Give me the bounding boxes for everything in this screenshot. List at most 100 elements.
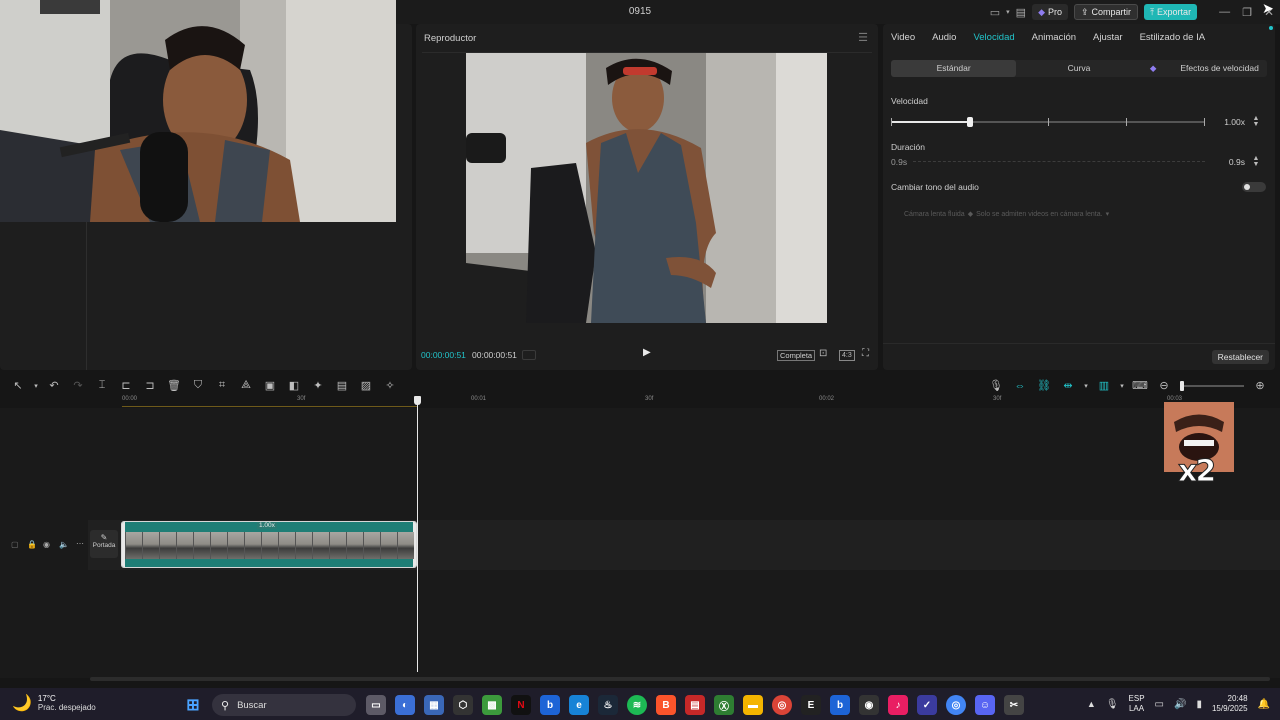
- tiktok-icon[interactable]: ♪: [888, 695, 908, 715]
- mode-standard[interactable]: Estándar: [891, 60, 1017, 77]
- zoom-slider[interactable]: [1180, 380, 1244, 391]
- keyboard-icon[interactable]: ▤: [1016, 6, 1026, 19]
- language-indicator[interactable]: ESP LAA: [1129, 694, 1145, 714]
- fit-icon[interactable]: ⊡: [819, 348, 827, 359]
- microphone-icon[interactable]: 🎙: [1106, 699, 1119, 710]
- minimize-icon[interactable]: —: [1219, 6, 1230, 18]
- keyframe-icon[interactable]: ⟁: [234, 379, 258, 392]
- app-icon[interactable]: ✓: [917, 695, 937, 715]
- chrome-icon[interactable]: ◎: [772, 695, 792, 715]
- mode-curve[interactable]: Curva: [1016, 60, 1141, 77]
- bing-icon[interactable]: b: [540, 695, 560, 715]
- quality-button[interactable]: Completa: [777, 349, 816, 361]
- caption-icon[interactable]: ▤: [330, 379, 354, 392]
- magic-icon[interactable]: ✦: [306, 379, 330, 392]
- fullscreen-icon[interactable]: ⛶: [862, 348, 869, 359]
- split-right-icon[interactable]: ⊐: [138, 379, 162, 392]
- microphone-icon[interactable]: 🎙: [984, 379, 1008, 392]
- tab-video[interactable]: Video: [891, 32, 915, 43]
- epic-games-icon[interactable]: E: [801, 695, 821, 715]
- track-checkbox-icon[interactable]: ▢: [11, 540, 19, 549]
- capcut-icon[interactable]: ✂: [1004, 695, 1024, 715]
- mode-effects[interactable]: ◆ Efectos de velocidad: [1142, 60, 1267, 77]
- zoom-slider-handle[interactable]: [1180, 380, 1184, 391]
- obs-icon[interactable]: ◉: [859, 695, 879, 715]
- chevron-up-icon[interactable]: ▲: [1087, 699, 1096, 709]
- windows-start-icon[interactable]: ⊞: [183, 695, 203, 715]
- store-icon[interactable]: ▦: [424, 695, 444, 715]
- chevron-down-icon[interactable]: ▾: [1006, 8, 1010, 16]
- copilot-icon[interactable]: ◐: [395, 695, 415, 715]
- crop-icon[interactable]: ⌗: [210, 379, 234, 392]
- link-icon[interactable]: ⛓: [1032, 379, 1056, 392]
- reset-button[interactable]: Restablecer: [1211, 350, 1269, 364]
- steam-icon[interactable]: ♨: [598, 695, 618, 715]
- split-icon[interactable]: ⌶: [90, 379, 114, 392]
- speed-slider[interactable]: [891, 117, 1205, 127]
- pitch-toggle[interactable]: [1242, 182, 1266, 192]
- tab-adjust[interactable]: Ajustar: [1093, 32, 1123, 43]
- search-box[interactable]: ⚲ Buscar: [212, 694, 356, 716]
- network-icon[interactable]: ▭: [1155, 699, 1164, 710]
- select-icon[interactable]: ↖: [6, 379, 30, 392]
- pro-button[interactable]: ◆ Pro: [1032, 4, 1068, 20]
- play-icon[interactable]: ▶: [643, 347, 651, 358]
- discord-icon[interactable]: ☺: [975, 695, 995, 715]
- notification-icon[interactable]: 🔔: [1258, 699, 1270, 710]
- mirror-icon[interactable]: ◧: [282, 379, 306, 392]
- chevron-down-icon[interactable]: ▾: [30, 382, 42, 390]
- minecraft-icon[interactable]: ▩: [482, 695, 502, 715]
- menu-icon[interactable]: ☰: [858, 31, 868, 44]
- ai-effects-icon[interactable]: ✧: [378, 379, 402, 392]
- zoom-in-icon[interactable]: ⊕: [1248, 379, 1272, 392]
- cover-button[interactable]: ✎ Portada: [90, 530, 118, 558]
- preview-axis-icon[interactable]: ⇹: [1056, 379, 1080, 392]
- playhead[interactable]: [414, 396, 421, 672]
- edge-icon[interactable]: e: [569, 695, 589, 715]
- main-track-icon[interactable]: ▥: [1092, 379, 1116, 392]
- video-preview[interactable]: [466, 53, 827, 323]
- chrome-icon[interactable]: ◎: [946, 695, 966, 715]
- export-button[interactable]: ⤒ Exportar: [1144, 4, 1198, 20]
- chevron-down-icon[interactable]: ▾: [1080, 382, 1092, 390]
- playhead-handle[interactable]: [414, 396, 421, 405]
- tab-animation[interactable]: Animación: [1032, 32, 1076, 43]
- redo-icon[interactable]: ↷: [66, 379, 90, 392]
- weather-widget[interactable]: 🌙 17°C Prac. despejado: [12, 693, 96, 713]
- volume-icon[interactable]: 🔊: [1174, 699, 1186, 710]
- zoom-out-icon[interactable]: ⊖: [1152, 379, 1176, 392]
- tab-ai-style[interactable]: Estilizado de IA: [1140, 32, 1205, 43]
- speed-input[interactable]: 1.00x ▲ ▼: [1221, 115, 1267, 128]
- app-icon[interactable]: ▤: [685, 695, 705, 715]
- share-button[interactable]: ⇪ Compartir: [1074, 4, 1139, 20]
- netflix-icon[interactable]: N: [511, 695, 531, 715]
- timecode-icon[interactable]: [522, 350, 536, 360]
- app-icon[interactable]: ⬡: [453, 695, 473, 715]
- more-icon[interactable]: ⋯: [76, 539, 84, 548]
- battery-icon[interactable]: ▮: [1196, 699, 1202, 710]
- lock-icon[interactable]: 🔒: [27, 540, 37, 549]
- image-icon[interactable]: ▨: [354, 379, 378, 392]
- timeline-scrollbar[interactable]: [90, 677, 1270, 681]
- brave-icon[interactable]: B: [656, 695, 676, 715]
- eye-icon[interactable]: ◉: [43, 540, 50, 549]
- duration-input[interactable]: 0.9s ▲ ▼: [1221, 155, 1267, 168]
- stepper-icon[interactable]: ▲ ▼: [1245, 155, 1267, 168]
- ratio-button[interactable]: 4:3: [839, 349, 855, 361]
- tab-speed[interactable]: Velocidad: [973, 32, 1014, 43]
- split-left-icon[interactable]: ⊏: [114, 379, 138, 392]
- browser-icon[interactable]: b: [830, 695, 850, 715]
- freeze-icon[interactable]: ▣: [258, 379, 282, 392]
- xbox-icon[interactable]: Ⓧ: [714, 695, 734, 715]
- marker-icon[interactable]: ⛉: [186, 379, 210, 392]
- task-view-icon[interactable]: ▭: [366, 695, 386, 715]
- chevron-down-icon[interactable]: ▾: [1116, 382, 1128, 390]
- video-clip[interactable]: 1.00x: [121, 521, 417, 568]
- snap-icon[interactable]: ⇔: [1008, 380, 1032, 392]
- folder-icon[interactable]: ▬: [743, 695, 763, 715]
- undo-icon[interactable]: ↶: [42, 379, 66, 392]
- stepper-icon[interactable]: ▲ ▼: [1245, 115, 1267, 128]
- clock[interactable]: 20:48 15/9/2025: [1212, 694, 1248, 714]
- sticker-overlay[interactable]: x2: [1164, 402, 1234, 490]
- spotify-icon[interactable]: ≋: [627, 695, 647, 715]
